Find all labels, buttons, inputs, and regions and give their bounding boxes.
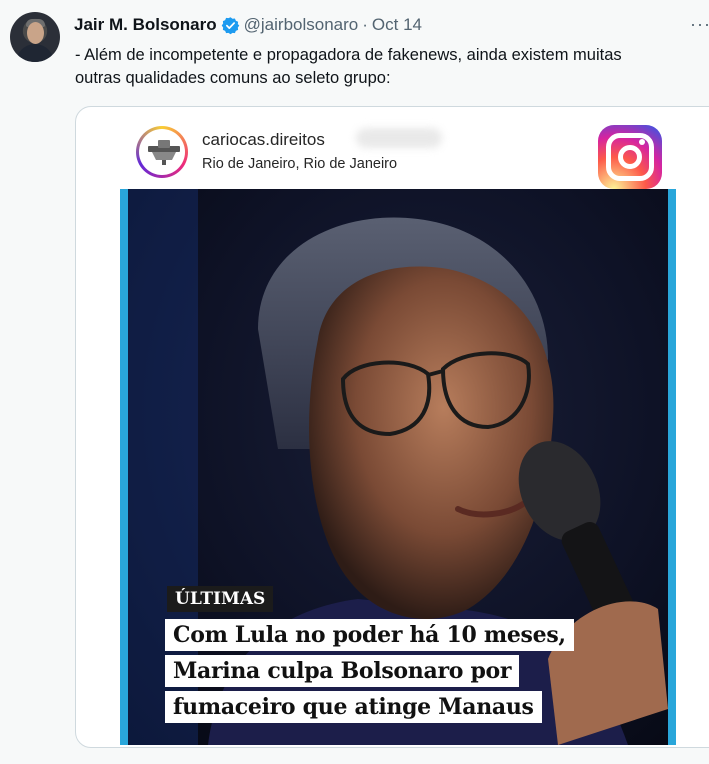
avatar-shoulders xyxy=(16,44,54,62)
instagram-username: cariocas.direitos xyxy=(202,130,325,149)
section-badge: ÚLTIMAS xyxy=(167,586,274,612)
instagram-logo-icon xyxy=(598,125,662,189)
headline-line: Marina culpa Bolsonaro por xyxy=(165,655,520,687)
author-handle[interactable]: @jairbolsonaro xyxy=(244,15,359,35)
tweet-media-image[interactable]: cariocas.direitos Rio de Janeiro, Rio de… xyxy=(75,106,709,748)
verified-badge-icon xyxy=(221,16,239,34)
news-photo: ÚLTIMAS Com Lula no poder há 10 meses, M… xyxy=(128,189,668,745)
tweet-date[interactable]: Oct 14 xyxy=(372,15,422,35)
instagram-location: Rio de Janeiro, Rio de Janeiro xyxy=(202,156,398,172)
tweet-text-line: outras qualidades comuns ao seleto grupo… xyxy=(75,69,391,87)
author-avatar[interactable] xyxy=(10,12,60,62)
headline-line: fumaceiro que atinge Manaus xyxy=(165,691,542,723)
tweet-header: Jair M. Bolsonaro @jairbolsonaro · Oct 1… xyxy=(74,14,422,36)
more-options-icon[interactable]: ··· xyxy=(690,14,709,35)
tweet-text-line: - Além de incompetente e propagadora de … xyxy=(75,46,622,64)
profile-logo-icon xyxy=(148,140,180,165)
separator-dot: · xyxy=(362,15,368,34)
redacted-blur xyxy=(356,128,442,148)
tweet-text: - Além de incompetente e propagadora de … xyxy=(75,44,709,90)
author-name[interactable]: Jair M. Bolsonaro xyxy=(74,15,217,35)
profile-avatar xyxy=(136,126,188,178)
tweet: Jair M. Bolsonaro @jairbolsonaro · Oct 1… xyxy=(0,0,709,764)
news-photo-frame: ÚLTIMAS Com Lula no poder há 10 meses, M… xyxy=(120,189,676,745)
headline-line: Com Lula no poder há 10 meses, xyxy=(165,619,574,651)
instagram-post-header: cariocas.direitos Rio de Janeiro, Rio de… xyxy=(120,115,676,189)
avatar-face xyxy=(27,22,44,44)
